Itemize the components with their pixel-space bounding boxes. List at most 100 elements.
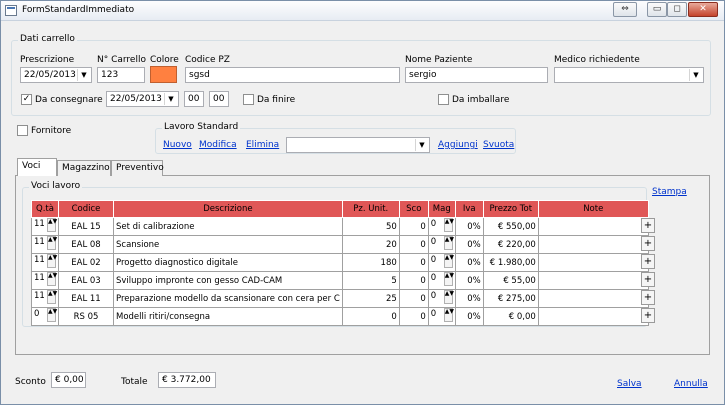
- da-imballare-checkbox[interactable]: [438, 94, 449, 105]
- note-cell[interactable]: [537, 235, 649, 254]
- col-codice[interactable]: Codice: [58, 200, 114, 218]
- mag-cell[interactable]: 0 ▲▼: [427, 271, 456, 290]
- qta-cell-stepper[interactable]: 0 ▲▼: [34, 308, 57, 322]
- minimize-button[interactable]: ▭: [647, 2, 667, 17]
- pz-unit-cell[interactable]: 20: [341, 235, 400, 254]
- spin-arrows-icon[interactable]: ▲▼: [443, 254, 454, 268]
- codicepz-input[interactable]: sgsd: [185, 67, 400, 83]
- consegna-date-picker[interactable]: 22/05/2013 ▼: [106, 91, 179, 107]
- colore-swatch[interactable]: [150, 66, 177, 83]
- table-row[interactable]: 11 ▲▼ EAL 08 Scansione 20 0 0 ▲▼ 0% € 220,00: [31, 235, 649, 254]
- mag-cell-stepper[interactable]: 0 ▲▼: [431, 236, 454, 250]
- sco-cell[interactable]: 0: [398, 253, 429, 272]
- tab-voci[interactable]: Voci: [17, 158, 57, 176]
- add-row-button[interactable]: +: [641, 236, 655, 251]
- medico-select[interactable]: ▼: [554, 67, 704, 83]
- nuovo-link[interactable]: Nuovo: [163, 140, 192, 150]
- col-note[interactable]: Note: [537, 200, 649, 218]
- col-sco[interactable]: Sco: [398, 200, 429, 218]
- spin-arrows-icon[interactable]: ▲▼: [443, 236, 454, 250]
- stampa-link[interactable]: Stampa: [652, 187, 687, 197]
- add-row-button[interactable]: +: [641, 218, 655, 233]
- pz-unit-cell[interactable]: 5: [341, 271, 400, 290]
- mag-cell-stepper[interactable]: 0 ▲▼: [431, 290, 454, 304]
- note-cell[interactable]: [537, 307, 649, 326]
- mag-cell-stepper[interactable]: 0 ▲▼: [431, 254, 454, 268]
- pz-unit-cell[interactable]: 180: [341, 253, 400, 272]
- close-button[interactable]: ✕: [688, 2, 718, 17]
- sco-cell[interactable]: 0: [398, 307, 429, 326]
- aggiungi-link[interactable]: Aggiungi: [438, 140, 478, 150]
- table-row[interactable]: 11 ▲▼ EAL 11 Preparazione modello da scansi…: [31, 289, 649, 308]
- pz-unit-cell[interactable]: 25: [341, 289, 400, 308]
- chevron-down-icon[interactable]: ▼: [77, 69, 90, 81]
- table-row[interactable]: 11 ▲▼ EAL 02 Progetto diagnostico digitale 1…: [31, 253, 649, 272]
- ora-input[interactable]: 00: [184, 91, 204, 107]
- spin-arrows-icon[interactable]: ▲▼: [47, 290, 57, 304]
- fornitore-checkbox[interactable]: [17, 125, 28, 136]
- mag-cell-stepper[interactable]: 0 ▲▼: [431, 308, 454, 322]
- col-descrizione[interactable]: Descrizione: [113, 200, 343, 218]
- mag-cell[interactable]: 0 ▲▼: [427, 253, 456, 272]
- spin-arrows-icon[interactable]: ▲▼: [443, 218, 454, 232]
- note-cell[interactable]: [537, 253, 649, 272]
- col-prezzo-tot[interactable]: Prezzo Tot: [482, 200, 539, 218]
- mag-cell-stepper[interactable]: 0 ▲▼: [431, 272, 454, 286]
- mag-cell[interactable]: 0 ▲▼: [427, 235, 456, 254]
- qta-cell-stepper[interactable]: 11 ▲▼: [34, 218, 57, 232]
- tab-magazzino[interactable]: Magazzino: [57, 160, 111, 176]
- spin-arrows-icon[interactable]: ▲▼: [443, 308, 454, 322]
- qta-cell[interactable]: 0 ▲▼: [31, 307, 59, 326]
- qta-cell-stepper[interactable]: 11 ▲▼: [34, 272, 57, 286]
- qta-cell[interactable]: 11 ▲▼: [31, 271, 59, 290]
- col-iva[interactable]: Iva: [454, 200, 484, 218]
- table-row[interactable]: 0 ▲▼ RS 05 Modelli ritiri/consegna 0 0 0 ▲▼ 0% € …: [31, 307, 649, 326]
- table-row[interactable]: 11 ▲▼ EAL 03 Sviluppo impronte con gesso CA…: [31, 271, 649, 290]
- spin-arrows-icon[interactable]: ▲▼: [47, 272, 57, 286]
- qta-cell-stepper[interactable]: 11 ▲▼: [34, 254, 57, 268]
- mag-cell-stepper[interactable]: 0 ▲▼: [431, 218, 454, 232]
- col-pz-unit[interactable]: Pz. Unit.: [341, 200, 400, 218]
- qta-cell[interactable]: 11 ▲▼: [31, 253, 59, 272]
- svuota-link[interactable]: Svuota: [483, 140, 514, 150]
- spin-arrows-icon[interactable]: ▲▼: [47, 236, 57, 250]
- qta-cell[interactable]: 11 ▲▼: [31, 289, 59, 308]
- maximize-button[interactable]: ◻: [667, 2, 687, 17]
- mag-cell[interactable]: 0 ▲▼: [427, 307, 456, 326]
- pz-unit-cell[interactable]: 50: [341, 217, 400, 236]
- note-cell[interactable]: [537, 289, 649, 308]
- spin-arrows-icon[interactable]: ▲▼: [443, 290, 454, 304]
- add-row-button[interactable]: +: [641, 254, 655, 269]
- minuti-input[interactable]: 00: [209, 91, 229, 107]
- restore-icon[interactable]: ⇔: [613, 2, 637, 17]
- add-row-button[interactable]: +: [641, 308, 655, 323]
- ncarrello-input[interactable]: 123: [97, 67, 145, 83]
- col-qta[interactable]: Q.tà: [31, 200, 59, 218]
- chevron-down-icon[interactable]: ▼: [689, 69, 702, 81]
- note-cell[interactable]: [537, 217, 649, 236]
- qta-cell[interactable]: 11 ▲▼: [31, 235, 59, 254]
- salva-link[interactable]: Salva: [617, 379, 642, 389]
- nome-paziente-input[interactable]: sergio: [405, 67, 548, 83]
- add-row-button[interactable]: +: [641, 272, 655, 287]
- qta-cell-stepper[interactable]: 11 ▲▼: [34, 290, 57, 304]
- qta-cell[interactable]: 11 ▲▼: [31, 217, 59, 236]
- spin-arrows-icon[interactable]: ▲▼: [47, 218, 57, 232]
- table-row[interactable]: 11 ▲▼ EAL 15 Set di calibrazione 50 0 0 ▲▼ 0% € 5…: [31, 217, 649, 236]
- da-finire-checkbox[interactable]: [243, 94, 254, 105]
- sco-cell[interactable]: 0: [398, 289, 429, 308]
- chevron-down-icon[interactable]: ▼: [415, 139, 428, 151]
- chevron-down-icon[interactable]: ▼: [164, 93, 177, 105]
- modifica-link[interactable]: Modifica: [199, 140, 237, 150]
- pz-unit-cell[interactable]: 0: [341, 307, 400, 326]
- qta-cell-stepper[interactable]: 11 ▲▼: [34, 236, 57, 250]
- elimina-link[interactable]: Elimina: [246, 140, 279, 150]
- annulla-link[interactable]: Annulla: [674, 379, 708, 389]
- prescrizione-date-picker[interactable]: 22/05/2013 ▼: [20, 67, 92, 83]
- da-consegnare-checkbox[interactable]: ✓: [21, 94, 32, 105]
- mag-cell[interactable]: 0 ▲▼: [427, 217, 456, 236]
- note-cell[interactable]: [537, 271, 649, 290]
- tab-preventivo[interactable]: Preventivo: [111, 160, 164, 176]
- sco-cell[interactable]: 0: [398, 271, 429, 290]
- add-row-button[interactable]: +: [641, 290, 655, 305]
